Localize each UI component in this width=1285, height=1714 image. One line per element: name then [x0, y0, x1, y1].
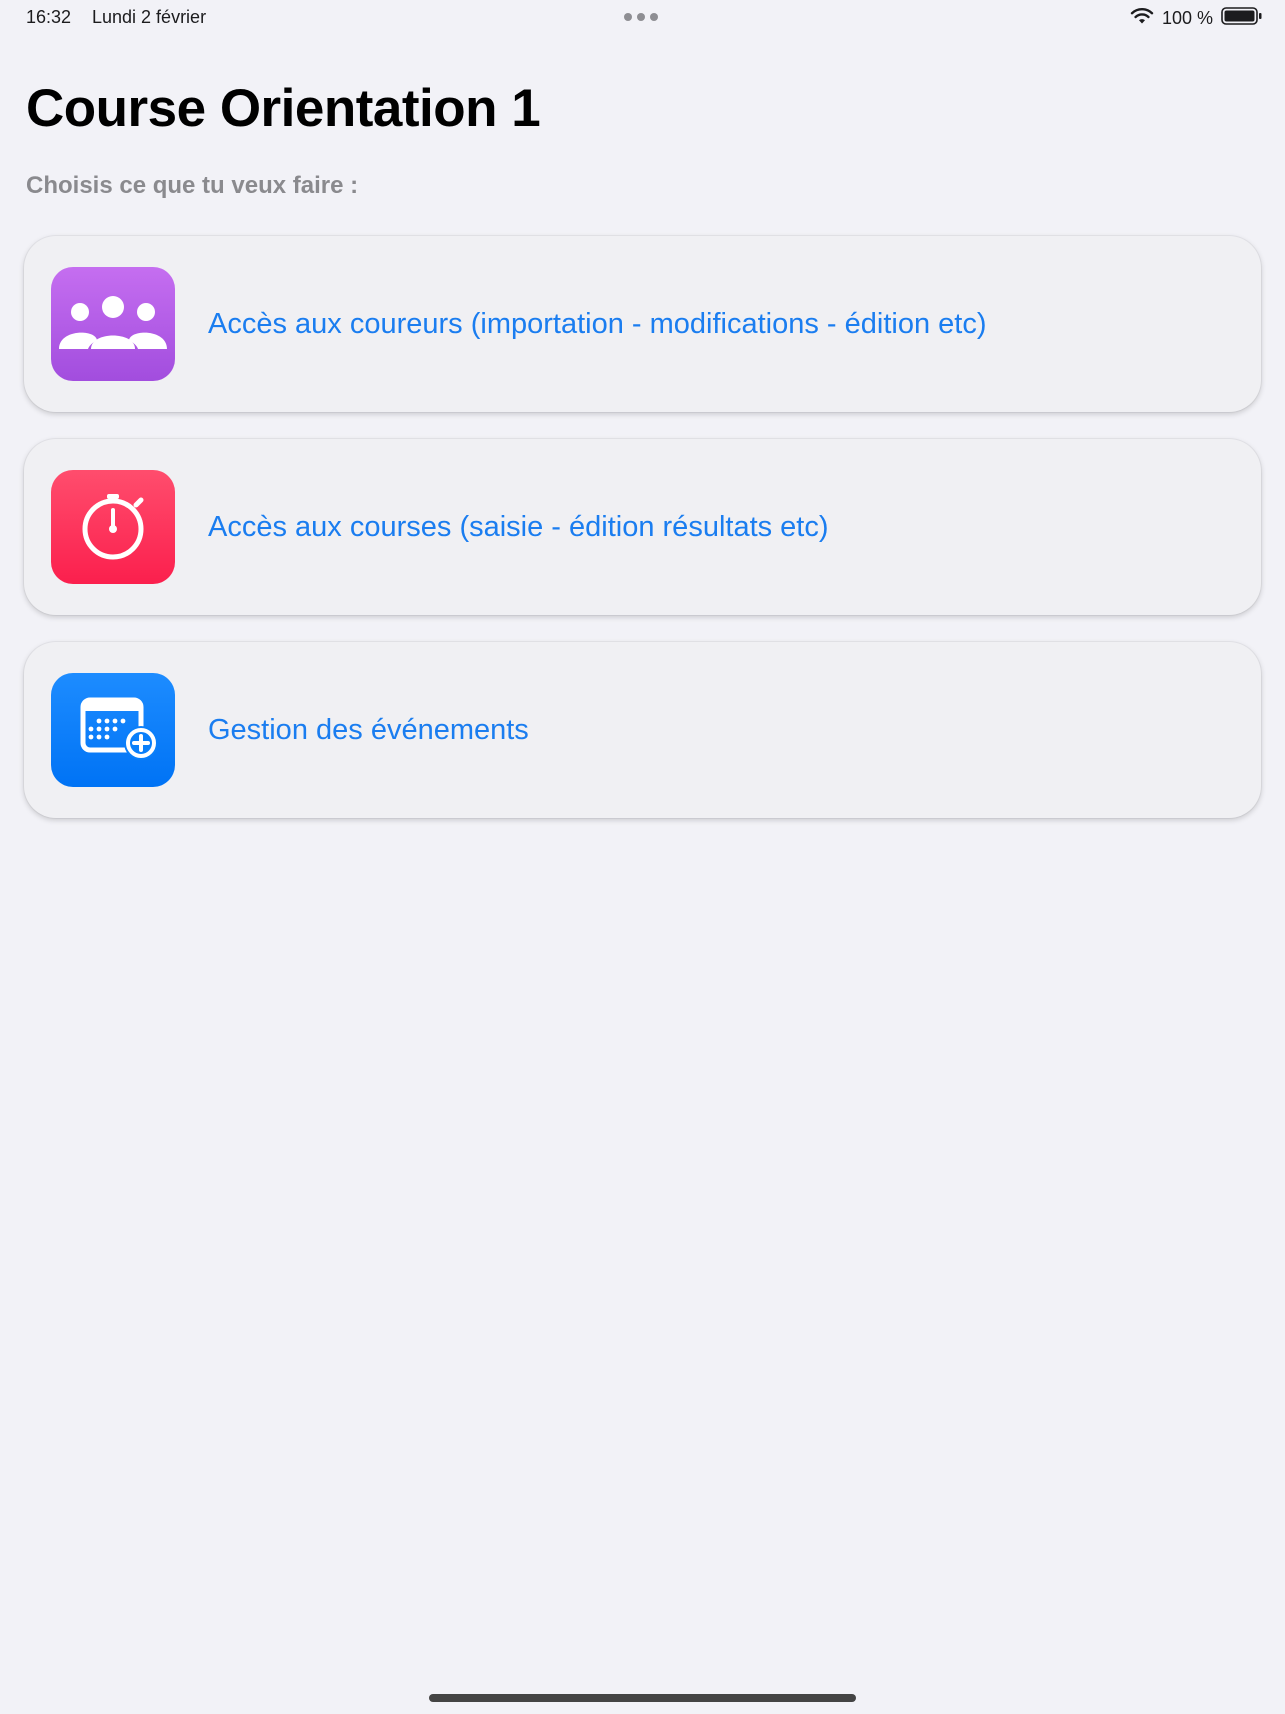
menu-item-evenements[interactable]: Gestion des événements	[24, 642, 1261, 818]
status-date: Lundi 2 février	[92, 7, 207, 27]
page-subtitle: Choisis ce que tu veux faire :	[26, 172, 359, 199]
menu-item-label: Gestion des événements	[208, 714, 529, 746]
wifi-icon	[1130, 7, 1154, 30]
calendar-add-icon	[51, 673, 175, 787]
page-title: Course Orientation 1	[26, 79, 541, 138]
menu-item-courses[interactable]: Accès aux courses (saisie - édition résu…	[24, 439, 1261, 615]
main-menu: Accès aux coureurs (importation - modifi…	[24, 236, 1261, 845]
people-group-icon	[51, 267, 175, 381]
menu-item-label: Accès aux coureurs (importation - modifi…	[208, 308, 987, 340]
status-time: 16:32	[26, 7, 72, 27]
menu-item-coureurs[interactable]: Accès aux coureurs (importation - modifi…	[24, 236, 1261, 412]
status-indicators: 100 %	[1130, 6, 1263, 31]
menu-item-label: Accès aux courses (saisie - édition résu…	[208, 511, 829, 543]
home-indicator[interactable]	[429, 1694, 856, 1702]
multitasking-menu-icon[interactable]	[624, 13, 658, 21]
status-bar: 16:32 Lundi 2 février 100 %	[0, 0, 1285, 36]
battery-percentage: 100 %	[1161, 8, 1213, 28]
stopwatch-icon	[51, 470, 175, 584]
battery-icon	[1221, 6, 1263, 31]
